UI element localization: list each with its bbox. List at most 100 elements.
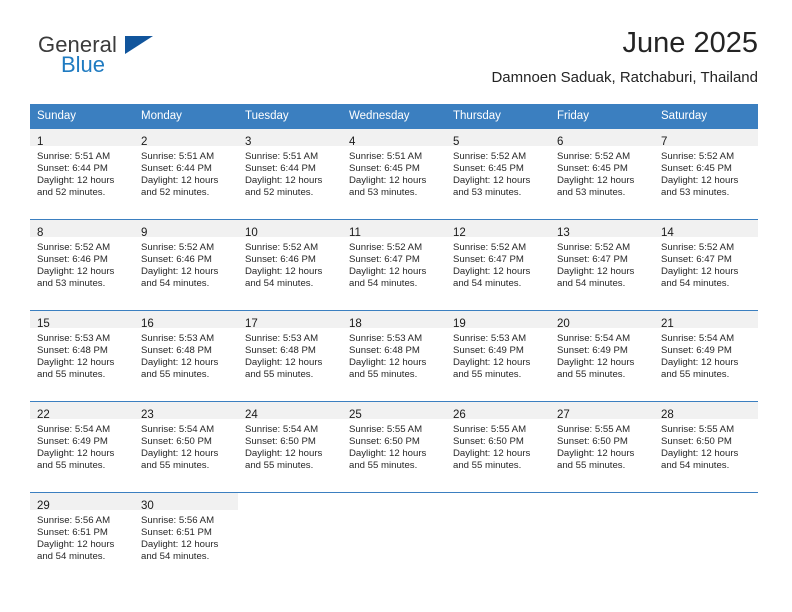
day-cell: 24 Sunrise: 5:54 AM Sunset: 6:50 PM Dayligh… [238, 402, 342, 492]
day-cell: 10 Sunrise: 5:52 AM Sunset: 6:46 PM Dayligh… [238, 220, 342, 310]
day-details: Sunrise: 5:52 AM Sunset: 6:46 PM Daylight:… [30, 237, 134, 290]
day-details: Sunrise: 5:54 AM Sunset: 6:50 PM Daylight:… [134, 419, 238, 472]
calendar-cell[interactable]: 6 Sunrise: 5:52 AM Sunset: 6:45 PM Daylight… [550, 128, 654, 220]
day-number-band: 13 [550, 220, 654, 239]
sunrise-text: Sunrise: 5:51 AM [37, 151, 111, 162]
sunset-text: Sunset: 6:48 PM [141, 345, 212, 357]
calendar-cell[interactable]: 29 Sunrise: 5:56 AM Sunset: 6:51 PM Dayligh… [30, 492, 134, 583]
day-number: 3 [245, 136, 252, 148]
calendar-cell [550, 492, 654, 583]
sunrise-text: Sunrise: 5:52 AM [245, 242, 319, 253]
calendar-cell[interactable]: 13 Sunrise: 5:52 AM Sunset: 6:47 PM Dayligh… [550, 219, 654, 311]
calendar-cell[interactable]: 18 Sunrise: 5:53 AM Sunset: 6:48 PM Dayligh… [342, 310, 446, 402]
sunrise-text: Sunrise: 5:51 AM [245, 151, 319, 162]
day-number-band [654, 493, 758, 510]
calendar-cell[interactable]: 24 Sunrise: 5:54 AM Sunset: 6:50 PM Dayligh… [238, 401, 342, 493]
calendar-cell[interactable]: 15 Sunrise: 5:53 AM Sunset: 6:48 PM Dayligh… [30, 310, 134, 402]
calendar-cell[interactable]: 30 Sunrise: 5:56 AM Sunset: 6:51 PM Dayligh… [134, 492, 238, 583]
title-block: June 2025 Damnoen Saduak, Ratchaburi, Th… [491, 26, 758, 87]
calendar-cell[interactable]: 8 Sunrise: 5:52 AM Sunset: 6:46 PM Daylight… [30, 219, 134, 311]
day-details: Sunrise: 5:54 AM Sunset: 6:49 PM Daylight:… [30, 419, 134, 472]
daylight-text-line2: and 55 minutes. [349, 460, 418, 472]
calendar-cell[interactable]: 14 Sunrise: 5:52 AM Sunset: 6:47 PM Dayligh… [654, 219, 758, 311]
page-subtitle: Damnoen Saduak, Ratchaburi, Thailand [491, 69, 758, 86]
calendar-cell[interactable]: 11 Sunrise: 5:52 AM Sunset: 6:47 PM Dayligh… [342, 219, 446, 311]
daylight-text-line2: and 54 minutes. [37, 551, 106, 563]
day-number-band: 27 [550, 402, 654, 421]
day-details: Sunrise: 5:56 AM Sunset: 6:51 PM Daylight:… [30, 510, 134, 563]
weekday-header-wednesday: Wednesday [342, 104, 446, 129]
calendar-week-row: 8 Sunrise: 5:52 AM Sunset: 6:46 PM Daylight… [30, 219, 758, 311]
day-number: 23 [141, 409, 154, 421]
day-number-band: 4 [342, 129, 446, 148]
calendar-cell[interactable]: 27 Sunrise: 5:55 AM Sunset: 6:50 PM Dayligh… [550, 401, 654, 493]
sunrise-text: Sunrise: 5:55 AM [349, 424, 423, 435]
sunset-text: Sunset: 6:47 PM [557, 254, 628, 266]
sunset-text: Sunset: 6:50 PM [661, 436, 732, 448]
day-number: 17 [245, 318, 258, 330]
daylight-text-line2: and 54 minutes. [557, 278, 626, 290]
day-number-band: 12 [446, 220, 550, 239]
day-details: Sunrise: 5:52 AM Sunset: 6:47 PM Daylight:… [550, 237, 654, 290]
day-number-band: 7 [654, 129, 758, 148]
weekday-header-monday: Monday [134, 104, 238, 129]
sunrise-text: Sunrise: 5:52 AM [141, 242, 215, 253]
day-details: Sunrise: 5:54 AM Sunset: 6:49 PM Daylight:… [550, 328, 654, 381]
calendar-cell[interactable]: 12 Sunrise: 5:52 AM Sunset: 6:47 PM Dayligh… [446, 219, 550, 311]
day-number: 6 [557, 136, 564, 148]
logo-text-blue: Blue [61, 52, 106, 77]
calendar-cell[interactable]: 17 Sunrise: 5:53 AM Sunset: 6:48 PM Dayligh… [238, 310, 342, 402]
calendar-cell[interactable]: 26 Sunrise: 5:55 AM Sunset: 6:50 PM Dayligh… [446, 401, 550, 493]
calendar-cell [654, 492, 758, 583]
daylight-text-line2: and 55 minutes. [141, 369, 210, 381]
daylight-text-line2: and 55 minutes. [661, 369, 730, 381]
calendar-cell[interactable]: 5 Sunrise: 5:52 AM Sunset: 6:45 PM Daylight… [446, 128, 550, 220]
calendar-cell[interactable]: 16 Sunrise: 5:53 AM Sunset: 6:48 PM Dayligh… [134, 310, 238, 402]
day-number-band: 26 [446, 402, 550, 421]
daylight-text-line2: and 54 minutes. [661, 278, 730, 290]
calendar-cell[interactable]: 22 Sunrise: 5:54 AM Sunset: 6:49 PM Dayligh… [30, 401, 134, 493]
calendar-cell[interactable]: 19 Sunrise: 5:53 AM Sunset: 6:49 PM Dayligh… [446, 310, 550, 402]
calendar-cell[interactable]: 23 Sunrise: 5:54 AM Sunset: 6:50 PM Dayligh… [134, 401, 238, 493]
calendar-page: General Blue June 2025 Damnoen Saduak, R… [0, 0, 792, 612]
page-title: June 2025 [622, 27, 758, 59]
day-cell: 26 Sunrise: 5:55 AM Sunset: 6:50 PM Dayligh… [446, 402, 550, 492]
sunset-text: Sunset: 6:45 PM [557, 163, 628, 175]
calendar-cell[interactable]: 21 Sunrise: 5:54 AM Sunset: 6:49 PM Dayligh… [654, 310, 758, 402]
day-details: Sunrise: 5:53 AM Sunset: 6:48 PM Daylight:… [342, 328, 446, 381]
calendar-cell [342, 492, 446, 583]
calendar-cell[interactable]: 9 Sunrise: 5:52 AM Sunset: 6:46 PM Daylight… [134, 219, 238, 311]
calendar-cell[interactable]: 20 Sunrise: 5:54 AM Sunset: 6:49 PM Dayligh… [550, 310, 654, 402]
daylight-text-line2: and 55 minutes. [349, 369, 418, 381]
day-number: 24 [245, 409, 258, 421]
weekday-header-saturday: Saturday [654, 104, 758, 129]
day-cell: 15 Sunrise: 5:53 AM Sunset: 6:48 PM Dayligh… [30, 311, 134, 401]
daylight-text-line1: Daylight: 12 hours [37, 539, 115, 551]
day-number: 26 [453, 409, 466, 421]
day-details: Sunrise: 5:55 AM Sunset: 6:50 PM Daylight:… [550, 419, 654, 472]
calendar-cell[interactable]: 10 Sunrise: 5:52 AM Sunset: 6:46 PM Dayligh… [238, 219, 342, 311]
sunset-text: Sunset: 6:44 PM [141, 163, 212, 175]
calendar-cell[interactable]: 28 Sunrise: 5:55 AM Sunset: 6:50 PM Dayligh… [654, 401, 758, 493]
calendar-cell[interactable]: 7 Sunrise: 5:52 AM Sunset: 6:45 PM Daylight… [654, 128, 758, 220]
day-number-band [342, 493, 446, 510]
calendar-cell[interactable]: 25 Sunrise: 5:55 AM Sunset: 6:50 PM Dayligh… [342, 401, 446, 493]
day-number: 9 [141, 227, 148, 239]
sunrise-text: Sunrise: 5:53 AM [349, 333, 423, 344]
day-cell: 22 Sunrise: 5:54 AM Sunset: 6:49 PM Dayligh… [30, 402, 134, 492]
daylight-text-line1: Daylight: 12 hours [141, 266, 219, 278]
day-number-band: 16 [134, 311, 238, 330]
sunset-text: Sunset: 6:47 PM [661, 254, 732, 266]
day-number-band: 5 [446, 129, 550, 148]
sunrise-text: Sunrise: 5:54 AM [245, 424, 319, 435]
calendar-cell[interactable]: 2 Sunrise: 5:51 AM Sunset: 6:44 PM Daylight… [134, 128, 238, 220]
calendar-cell[interactable]: 4 Sunrise: 5:51 AM Sunset: 6:45 PM Daylight… [342, 128, 446, 220]
calendar-cell[interactable]: 3 Sunrise: 5:51 AM Sunset: 6:44 PM Daylight… [238, 128, 342, 220]
calendar-week-row: 15 Sunrise: 5:53 AM Sunset: 6:48 PM Dayligh… [30, 310, 758, 402]
calendar-cell[interactable]: 1 Sunrise: 5:51 AM Sunset: 6:44 PM Daylight… [30, 128, 134, 220]
daylight-text-line1: Daylight: 12 hours [661, 266, 739, 278]
day-number: 5 [453, 136, 460, 148]
daylight-text-line1: Daylight: 12 hours [453, 266, 531, 278]
general-blue-logo[interactable]: General Blue [30, 32, 180, 84]
day-details: Sunrise: 5:51 AM Sunset: 6:44 PM Daylight:… [30, 146, 134, 199]
